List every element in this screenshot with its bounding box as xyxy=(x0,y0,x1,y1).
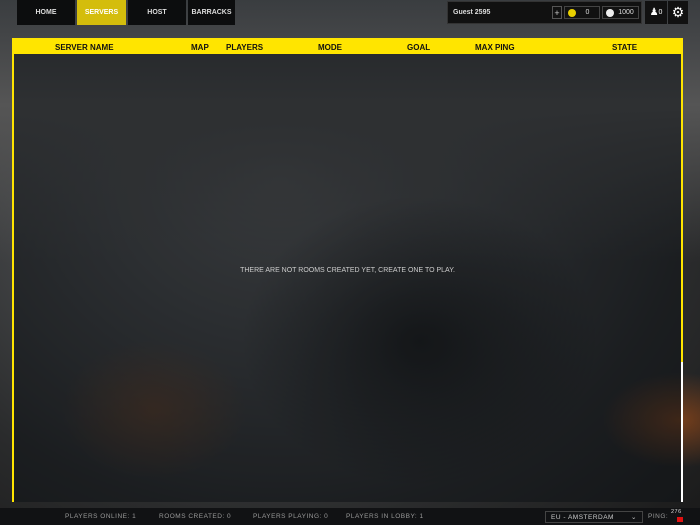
players-playing: PLAYERS PLAYING: 0 xyxy=(253,513,329,520)
friends-count: 0 xyxy=(658,9,663,16)
region-value: EU - AMSTERDAM xyxy=(551,513,614,521)
server-list: SERVER NAME MAP PLAYERS MODE GOAL MAX PI… xyxy=(12,38,683,502)
col-goal[interactable]: GOAL xyxy=(407,43,430,52)
col-players[interactable]: PLAYERS xyxy=(226,43,263,52)
signal-icon xyxy=(677,517,683,522)
players-online: PLAYERS ONLINE: 1 xyxy=(65,513,137,520)
friends-button[interactable]: ♟ 0 xyxy=(645,1,667,24)
table-header: SERVER NAME MAP PLAYERS MODE GOAL MAX PI… xyxy=(14,40,681,54)
rooms-created: ROOMS CREATED: 0 xyxy=(159,513,232,520)
top-nav: HOME SERVERS HOST BARRACKS xyxy=(17,0,235,25)
scrollbar[interactable] xyxy=(681,362,683,502)
tab-home[interactable]: HOME xyxy=(17,0,75,25)
empty-message: THERE ARE NOT ROOMS CREATED YET, CREATE … xyxy=(240,267,455,274)
col-map[interactable]: MAP xyxy=(191,43,209,52)
settings-button[interactable]: ⚙ xyxy=(668,1,688,24)
chevron-down-icon: ⌄ xyxy=(631,514,637,521)
tab-host[interactable]: HOST xyxy=(128,0,186,25)
tab-servers[interactable]: SERVERS xyxy=(77,0,126,25)
ping-label: PING: xyxy=(648,513,669,520)
gold-balance: 0 xyxy=(564,6,600,19)
col-mode[interactable]: MODE xyxy=(318,43,342,52)
players-in-lobby: PLAYERS IN LOBBY: 1 xyxy=(346,513,424,520)
user-panel: Guest 2595 + 0 1000 xyxy=(447,1,642,24)
gold-coin-icon xyxy=(568,8,576,17)
gold-amount: 0 xyxy=(585,9,590,16)
add-currency-button[interactable]: + xyxy=(552,6,562,19)
region-select[interactable]: EU - AMSTERDAM ⌄ xyxy=(545,511,643,523)
col-server-name[interactable]: SERVER NAME xyxy=(55,43,114,52)
ping-value: 276 xyxy=(671,509,682,515)
friends-icon: ♟ xyxy=(649,7,659,18)
col-state[interactable]: STATE xyxy=(612,43,637,52)
credit-coin-icon xyxy=(606,8,614,17)
gear-icon: ⚙ xyxy=(671,4,685,20)
credits-amount: 1000 xyxy=(618,9,634,16)
credits-balance: 1000 xyxy=(602,6,639,19)
username: Guest 2595 xyxy=(453,9,491,16)
tab-barracks[interactable]: BARRACKS xyxy=(188,0,235,25)
status-bar: PLAYERS ONLINE: 1 ROOMS CREATED: 0 PLAYE… xyxy=(0,508,700,525)
col-max-ping[interactable]: MAX PING xyxy=(475,43,515,52)
